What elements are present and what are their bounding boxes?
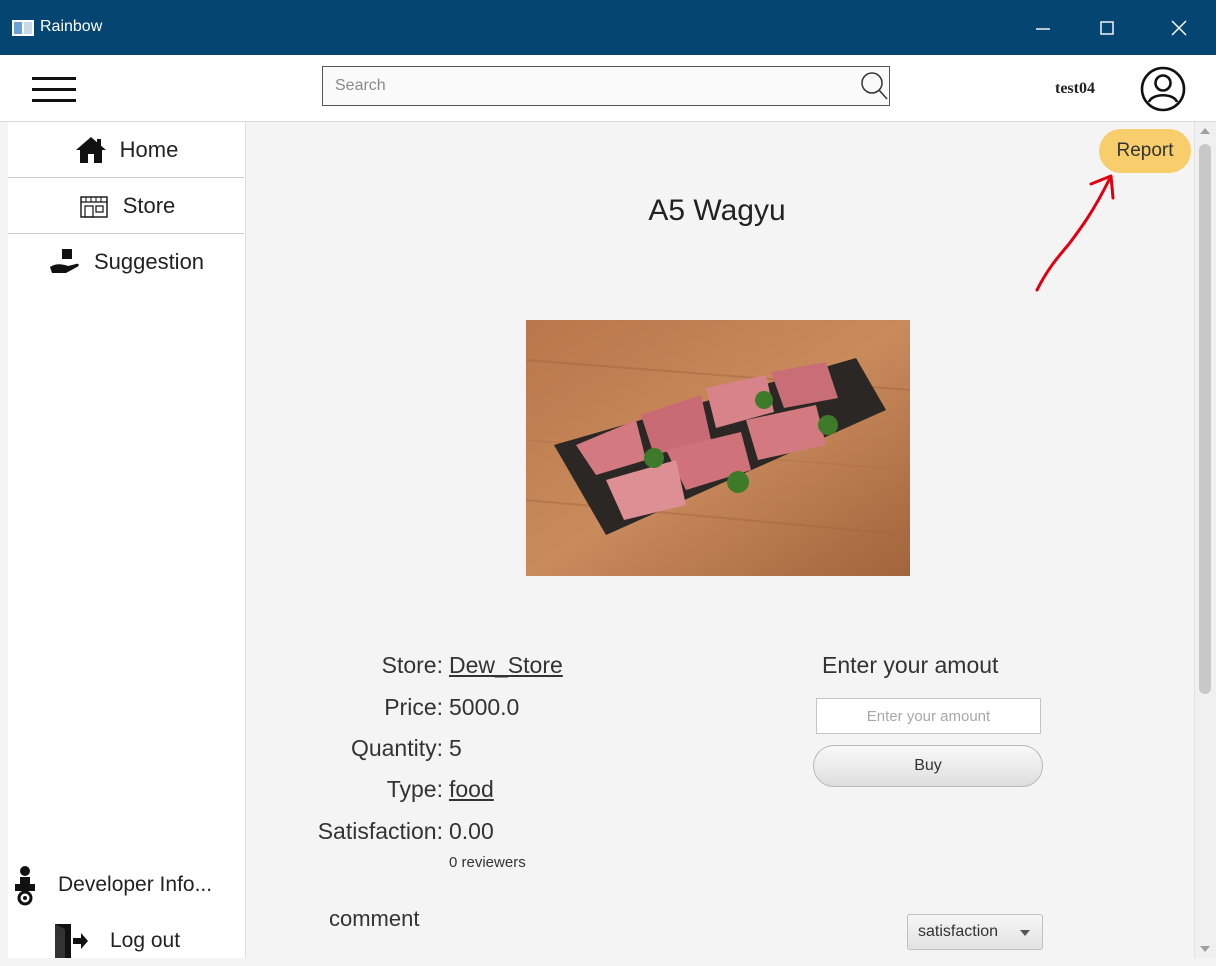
satisfaction-label: Satisfaction: [317,818,443,844]
price-value: 5000.0 [449,694,520,720]
sidebar-item-suggestion[interactable]: Suggestion [8,234,244,290]
type-label: Type: [386,776,443,802]
minimize-icon [1036,27,1050,30]
price-label: Price: [384,694,443,720]
amount-title: Enter your amout [822,652,999,678]
window-title: Rainbow [40,18,103,35]
suggestion-icon [48,247,82,277]
store-link[interactable]: Dew_Store [449,652,563,679]
username-label: test04 [1055,80,1095,97]
search-icon[interactable] [859,71,889,101]
chevron-down-icon [1020,930,1030,936]
sidebar-item-logout[interactable]: Log out [8,916,244,966]
sidebar-item-label: Developer Info... [58,873,213,896]
comment-heading: comment [329,906,420,931]
reviewers-count: 0 reviewers [449,854,526,871]
sidebar-item-label: Log out [110,929,181,952]
scroll-thumb[interactable] [1199,144,1211,694]
maximize-icon [1100,20,1114,35]
product-title: A5 Wagyu [648,194,786,227]
store-icon [77,191,111,221]
minimize-button[interactable] [1008,0,1078,55]
search-bar [322,66,890,106]
sidebar-item-label: Home [119,136,179,162]
product-detail-panel: Report A5 Wagyu Store: Dew_Store Price: … [247,122,1194,958]
sidebar-item-label: Store [122,192,176,218]
store-label: Store: [381,652,443,678]
maximize-button[interactable] [1072,0,1142,55]
annotation-arrow [1035,174,1115,292]
home-icon [74,135,108,165]
menu-icon-bar [32,88,76,91]
scroll-up-icon[interactable] [1200,128,1210,134]
buy-button[interactable]: Buy [813,745,1043,787]
developer-icon [10,864,40,906]
comment-sort-select[interactable]: satisfaction [907,914,1043,950]
satisfaction-value: 0.00 [449,818,494,844]
amount-input[interactable] [816,698,1041,734]
menu-icon-bar [32,77,76,80]
quantity-value: 5 [449,735,462,761]
sidebar: Home Store Suggestion Developer Info... … [8,122,246,958]
quantity-label: Quantity: [350,735,443,761]
product-image [526,320,910,576]
search-input[interactable] [323,67,843,105]
menu-button[interactable] [32,77,76,105]
close-icon [1171,19,1187,36]
sidebar-item-store[interactable]: Store [8,178,244,234]
close-button[interactable] [1144,0,1214,55]
user-avatar-icon[interactable] [1140,66,1186,112]
scroll-down-icon[interactable] [1200,946,1210,952]
sidebar-item-home[interactable]: Home [8,122,244,178]
sidebar-item-developer-info[interactable]: Developer Info... [8,860,244,910]
sort-selected-value: satisfaction [918,923,999,940]
vertical-scrollbar[interactable] [1194,122,1216,958]
type-link[interactable]: food [449,776,494,803]
logout-icon [50,922,90,960]
app-icon [12,20,34,36]
window-titlebar: Rainbow [0,0,1216,55]
sidebar-item-label: Suggestion [93,249,205,274]
app-header: test04 [0,55,1216,122]
menu-icon-bar [32,99,76,102]
